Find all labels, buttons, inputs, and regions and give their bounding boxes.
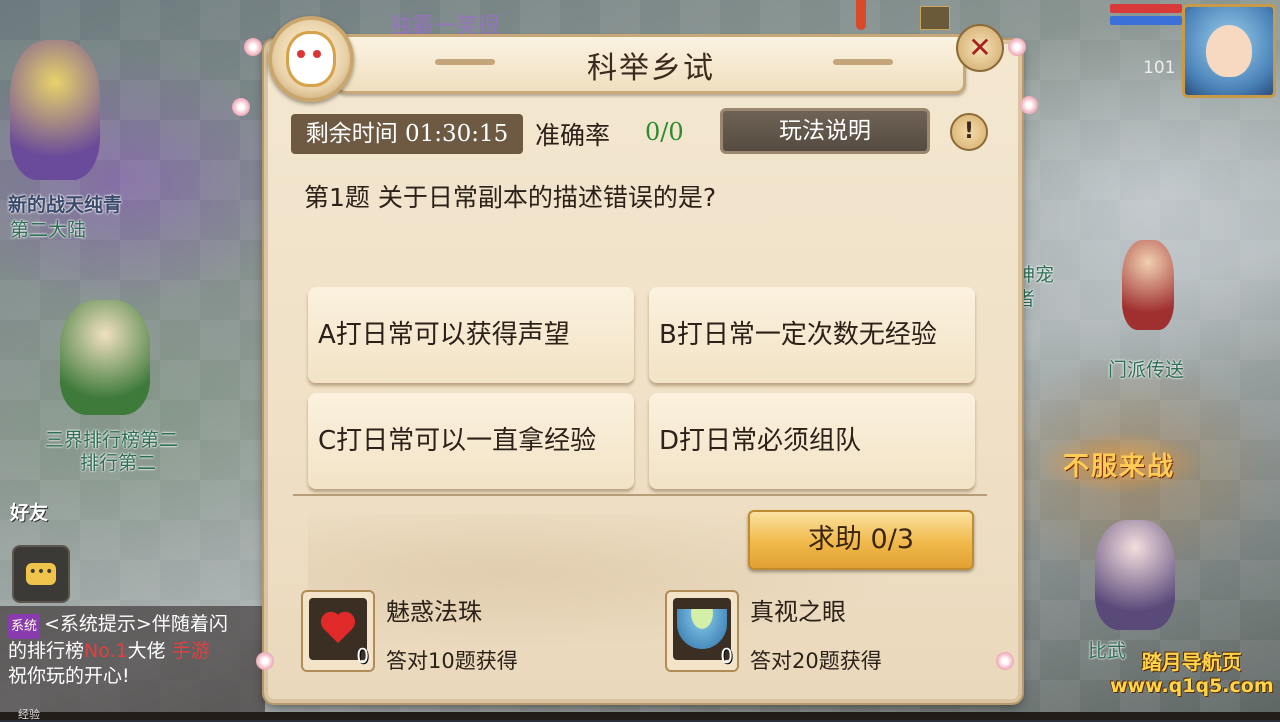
reward-item-2[interactable]: 0 [665,590,739,672]
option-a-button[interactable]: A打日常可以获得声望 [308,287,634,383]
challenge-banner[interactable]: 不服来战 [1035,432,1205,494]
panel-title: 科举乡试 [587,51,715,86]
accuracy-label: 准确率 [535,121,611,150]
accuracy-value: 0/0 [645,118,684,146]
option-c-button[interactable]: C打日常可以一直拿经验 [308,393,634,489]
chat-line: 的排行榜No.1大佬 手游 [8,640,210,662]
npc-figure[interactable] [60,300,150,415]
mp-bar [1110,16,1182,25]
hanging-decoration [856,0,866,30]
examiner-mask-icon [286,31,336,87]
hp-bar [1110,4,1182,13]
npc-figure[interactable] [10,40,100,180]
bowl-icon [677,609,727,649]
avatar-face [1206,25,1252,77]
remaining-time: 剩余时间 01:30:15 [291,114,523,154]
npc-figure[interactable] [1122,240,1174,330]
npc-label: 门派传送 [1108,359,1185,381]
reward-item-1[interactable]: 0 [301,590,375,672]
question-text: 第1题 关于日常副本的描述错误的是? [304,183,717,212]
help-button[interactable]: 求助 0/3 [748,510,974,570]
rules-button[interactable]: 玩法说明 [720,108,930,154]
reward-condition: 答对10题获得 [386,649,518,673]
flower-ornament [256,652,274,670]
reward-count: 0 [720,644,733,668]
info-icon[interactable]: ! [950,113,988,151]
npc-title: 第二大陆 [10,219,87,241]
watermark-title: 踏月导航页 [1141,650,1242,674]
reward-name: 真视之眼 [750,598,846,626]
option-b-button[interactable]: B打日常一定次数无经验 [649,287,975,383]
chat-log[interactable]: 系统 <系统提示>伴随着闪 的排行榜No.1大佬 手游 祝你玩的开心! [0,606,265,714]
flower-ornament [232,98,250,116]
chat-button[interactable]: ••• [12,545,70,603]
reward-name: 魅惑法珠 [386,598,482,626]
watermark-url: www.q1q5.com [1110,675,1274,697]
flower-ornament [996,652,1014,670]
player-level: 101 [1143,58,1176,78]
chat-bubble-icon: ••• [26,563,56,585]
examiner-portrait [268,16,354,102]
flower-ornament [244,38,262,56]
experience-bar [0,712,1280,720]
reward-condition: 答对20题获得 [750,649,882,673]
npc-name: 排行第二 [80,452,157,474]
treasure-icon[interactable] [920,6,950,30]
heart-icon [320,613,356,645]
friend-label[interactable]: 好友 [10,498,48,525]
site-watermark: 踏月导航页 www.q1q5.com [1110,646,1274,697]
status-bars [1110,4,1182,28]
chat-line: 祝你玩的开心! [8,665,130,687]
challenge-banner-text: 不服来战 [1063,452,1176,482]
title-bar: 科举乡试 [336,34,966,94]
flower-ornament [1008,38,1026,56]
divider [293,494,987,496]
npc-name: 新的战天纯青 [8,194,123,216]
npc-figure[interactable] [1095,520,1175,630]
chat-line: 系统 <系统提示>伴随着闪 [8,612,257,639]
reward-count: 0 [356,644,369,668]
flower-ornament [1020,96,1038,114]
player-avatar[interactable] [1182,4,1276,98]
system-tag: 系统 [8,614,41,639]
option-d-button[interactable]: D打日常必须组队 [649,393,975,489]
close-button[interactable]: ✕ [956,24,1004,72]
